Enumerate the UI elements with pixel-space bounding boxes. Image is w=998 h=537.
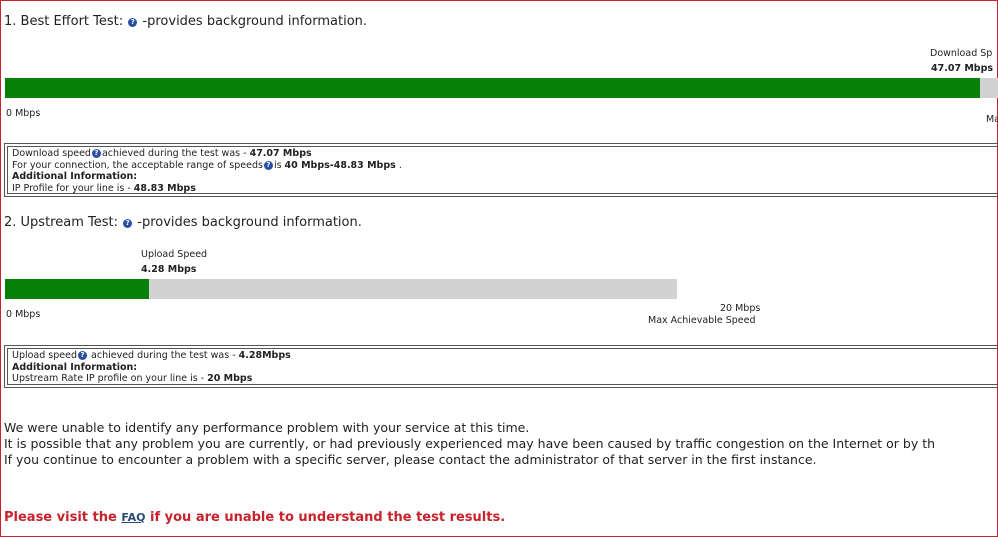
upload-min-label: 0 Mbps xyxy=(6,309,41,320)
download-test-heading: 1. Best Effort Test: ? -provides backgro… xyxy=(4,14,367,29)
upload-additional-info-label: Additional Information: xyxy=(12,361,138,373)
download-heading-suffix: -provides background information. xyxy=(142,14,368,29)
summary-text: We were unable to identify any performan… xyxy=(4,420,935,468)
download-speed-value: 47.07 Mbps xyxy=(931,63,994,74)
download-heading-title: 1. Best Effort Test: xyxy=(4,14,124,29)
download-min-label: 0 Mbps xyxy=(6,108,41,119)
upload-speed-value: 4.28 Mbps xyxy=(141,264,197,275)
faq-link[interactable]: FAQ xyxy=(121,511,145,524)
upload-speed-bar xyxy=(5,279,677,299)
summary-line-2: It is possible that any problem you are … xyxy=(4,436,936,451)
summary-line-1: We were unable to identify any performan… xyxy=(4,420,530,435)
download-additional-info-label: Additional Information: xyxy=(12,171,138,182)
summary-line-3: If you continue to encounter a problem w… xyxy=(4,452,817,467)
upload-info-line-1: Upload speed? achieved during the test w… xyxy=(12,350,291,361)
upload-speed-label: Upload Speed xyxy=(141,249,208,260)
upload-heading-suffix: -provides background information. xyxy=(137,215,362,230)
upload-test-heading: 2. Upstream Test: ? -provides background… xyxy=(4,215,362,230)
upload-max-label: Max Achievable Speed xyxy=(648,315,756,326)
download-info-box: Download speed? achieved during the test … xyxy=(4,143,998,197)
download-info-line-1: Download speed? achieved during the test … xyxy=(12,148,312,159)
download-speed-fill xyxy=(5,78,980,98)
download-speed-label: Download Sp xyxy=(930,48,993,59)
help-icon[interactable]: ? xyxy=(128,18,138,27)
help-icon[interactable]: ? xyxy=(91,149,101,158)
upload-info-line-3: Upstream Rate IP profile on your line is… xyxy=(12,373,253,384)
upload-max-value: 20 Mbps xyxy=(720,303,761,314)
upload-info-box: Upload speed? achieved during the test w… xyxy=(4,345,998,388)
download-info-line-2: For your connection, the acceptable rang… xyxy=(12,159,402,171)
upload-heading-title: 2. Upstream Test: xyxy=(4,215,118,230)
help-icon[interactable]: ? xyxy=(123,219,133,228)
help-icon[interactable]: ? xyxy=(78,351,88,360)
download-max-label: Ma xyxy=(986,114,998,125)
download-speed-bar xyxy=(5,78,998,98)
help-icon[interactable]: ? xyxy=(263,160,273,170)
upload-speed-fill xyxy=(5,279,149,299)
faq-notice: Please visit the FAQ if you are unable t… xyxy=(4,510,506,525)
download-info-line-4: IP Profile for your line is - 48.83 Mbps xyxy=(12,182,196,194)
